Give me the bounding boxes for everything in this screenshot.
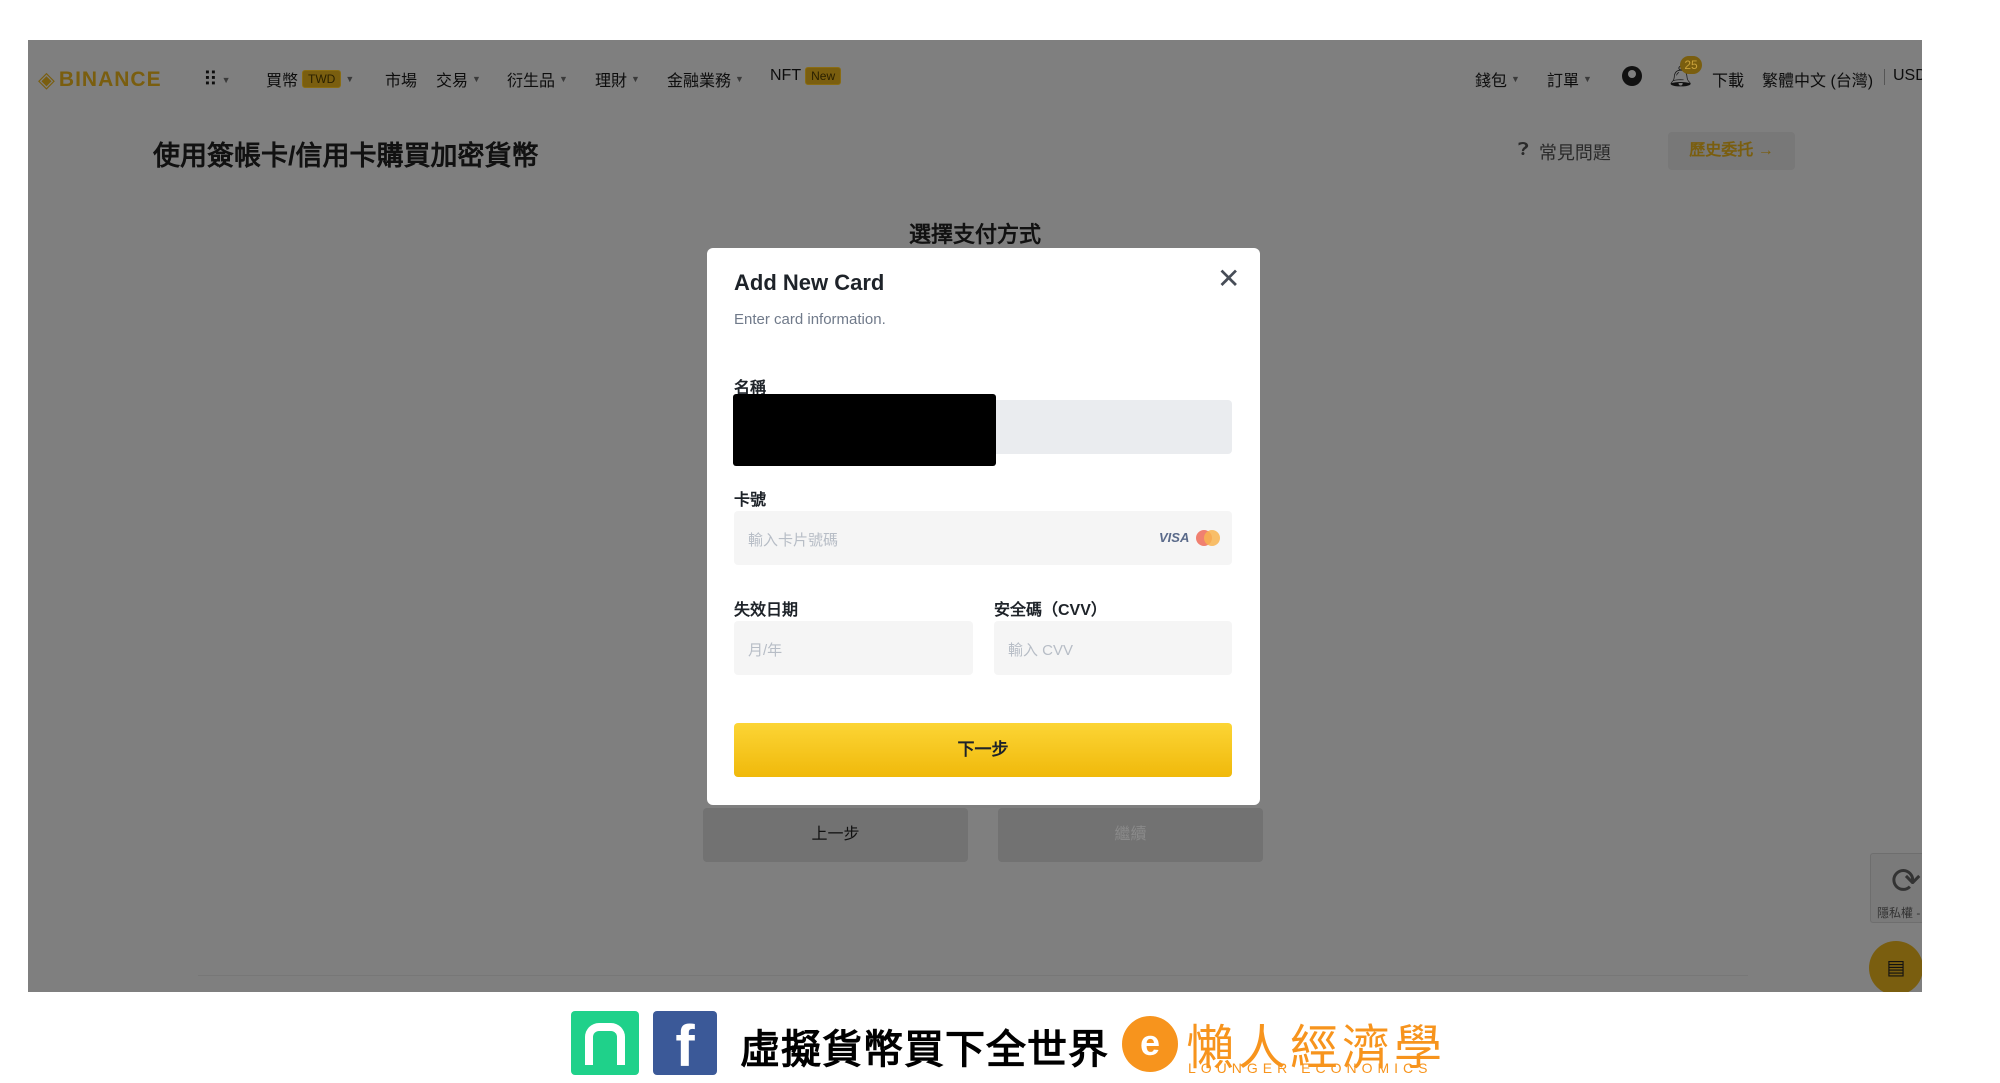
nav-buy-crypto[interactable]: 買幣 TWD ▼ xyxy=(266,67,354,91)
section-title: 選擇支付方式 xyxy=(908,222,1041,247)
browser-viewport: ◈ BINANCE ⠿ ▼ 買幣 TWD ▼ 市場 交易 ▼ 衍生品 ▼ 理財 ▼ 金融業務… xyxy=(28,40,1922,992)
chevron-down-icon: ▼ xyxy=(345,74,355,84)
card-number-input[interactable]: 輸入卡片號碼 VISA xyxy=(734,511,1232,565)
user-avatar-icon[interactable] xyxy=(1622,66,1642,86)
divider xyxy=(198,975,1748,976)
nav-orders[interactable]: 訂單 ▼ xyxy=(1547,67,1592,91)
chevron-down-icon: ▼ xyxy=(559,74,568,84)
nav-download[interactable]: 下載 xyxy=(1712,67,1744,91)
chevron-down-icon: ▼ xyxy=(735,74,744,84)
back-button[interactable]: 上一步 xyxy=(703,808,968,862)
arrow-right-icon: → xyxy=(1757,142,1774,159)
nav-nft[interactable]: NFT New xyxy=(770,67,842,85)
chevron-down-icon: ▼ xyxy=(1583,74,1592,84)
modal-subtitle: Enter card information. xyxy=(734,311,886,328)
apps-menu[interactable]: ⠿ ▼ xyxy=(203,67,231,92)
chevron-down-icon: ▼ xyxy=(1511,74,1520,84)
card-number-label: 卡號 xyxy=(734,492,767,509)
nav-language[interactable]: 繁體中文 (台灣) xyxy=(1762,67,1873,91)
add-card-modal: Add New Card ✕ Enter card information. 名… xyxy=(707,248,1260,805)
notification-count: 25 xyxy=(1680,56,1702,74)
lounger-logo-icon: e xyxy=(1122,1016,1178,1072)
cvv-label: 安全碼（CVV） xyxy=(994,602,1107,619)
chat-support-button[interactable]: ▤ xyxy=(1869,941,1922,992)
cvv-input[interactable]: 輸入 CVV xyxy=(994,621,1232,675)
nav-currency[interactable]: USD xyxy=(1893,67,1922,85)
chevron-down-icon: ▼ xyxy=(221,74,231,85)
faq-link[interactable]: ❓︎ 常見問題 xyxy=(1518,139,1611,165)
redacted-block xyxy=(733,394,996,466)
chevron-down-icon: ▼ xyxy=(472,74,481,84)
modal-title: Add New Card xyxy=(734,270,885,295)
close-icon[interactable]: ✕ xyxy=(1217,262,1240,295)
nav-finance[interactable]: 金融業務 ▼ xyxy=(667,67,744,91)
brand-name-en: LOUNGER ECONOMICS xyxy=(1188,1060,1433,1076)
visa-icon: VISA xyxy=(1159,530,1190,545)
nav-earn[interactable]: 理財 ▼ xyxy=(595,67,640,91)
order-history-button[interactable]: 歷史委托 → xyxy=(1668,132,1795,170)
binance-diamond-icon: ◈ xyxy=(38,67,55,92)
recaptcha-badge[interactable]: ⟳ 隱私權 - 條款 xyxy=(1870,853,1922,923)
expiry-label: 失效日期 xyxy=(734,602,799,619)
grid-icon: ⠿ xyxy=(203,69,218,91)
chevron-down-icon: ▼ xyxy=(631,74,640,84)
recaptcha-icon: ⟳ xyxy=(1891,860,1922,901)
twd-badge: TWD xyxy=(302,70,342,88)
chat-icon: ▤ xyxy=(1886,957,1906,979)
nav-derivatives[interactable]: 衍生品 ▼ xyxy=(507,67,568,91)
next-button[interactable]: 下一步 xyxy=(734,723,1232,777)
new-badge: New xyxy=(805,67,842,85)
nav-markets[interactable]: 市場 xyxy=(385,67,417,91)
page-title: 使用簽帳卡/信用卡購買加密貨幣 xyxy=(153,141,539,171)
nav-trade[interactable]: 交易 ▼ xyxy=(436,67,481,91)
banner-slogan: 虛擬貨幣買下全世界 xyxy=(740,1028,1109,1072)
question-doc-icon: ❓︎ xyxy=(1518,139,1529,159)
nav-wallet[interactable]: 錢包 ▼ xyxy=(1475,67,1520,91)
divider xyxy=(1884,69,1885,85)
continue-button[interactable]: 繼續 xyxy=(998,808,1263,862)
line-logo-icon xyxy=(571,1011,639,1075)
binance-logo[interactable]: ◈ BINANCE xyxy=(38,67,162,93)
expiry-input[interactable]: 月/年 xyxy=(734,621,973,675)
facebook-logo-icon: f xyxy=(653,1011,717,1079)
